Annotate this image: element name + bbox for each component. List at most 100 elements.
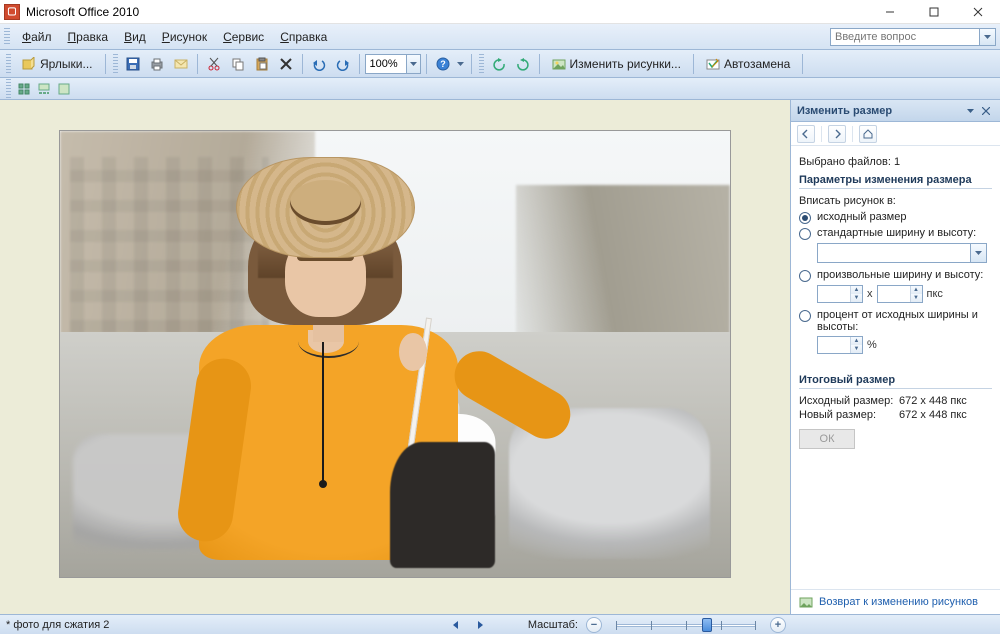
- menu-file[interactable]: Файл: [14, 27, 60, 47]
- task-pane-menu-button[interactable]: [962, 103, 978, 119]
- edit-pictures-label: Изменить рисунки...: [570, 57, 681, 71]
- params-section-title: Параметры изменения размера: [799, 174, 992, 189]
- close-button[interactable]: [956, 1, 1000, 23]
- new-size-label: Новый размер:: [799, 409, 899, 421]
- nav-back-button[interactable]: [797, 125, 815, 143]
- autoreplace-label: Автозамена: [724, 57, 790, 71]
- view-toolbar: [0, 78, 1000, 100]
- window-title: Microsoft Office 2010: [26, 5, 139, 19]
- task-pane-close-button[interactable]: [978, 103, 994, 119]
- image-canvas[interactable]: [59, 130, 731, 578]
- toolbar-grip[interactable]: [113, 54, 118, 74]
- menu-picture[interactable]: Рисунок: [154, 27, 215, 47]
- selected-files-count: 1: [894, 156, 900, 168]
- help-search: [830, 28, 996, 46]
- redo-icon: [336, 57, 350, 71]
- edit-pictures-icon: [552, 57, 566, 71]
- autoreplace-button[interactable]: Автозамена: [699, 53, 797, 75]
- zoom-combo[interactable]: 100%: [365, 54, 421, 74]
- paste-button[interactable]: [251, 53, 273, 75]
- custom-width-input[interactable]: ▲▼: [817, 285, 863, 303]
- help-dropdown[interactable]: [456, 62, 466, 66]
- redo-button[interactable]: [332, 53, 354, 75]
- prev-image-button[interactable]: [448, 617, 464, 633]
- task-pane-nav: [791, 122, 1000, 146]
- copy-button[interactable]: [227, 53, 249, 75]
- radio-custom-size[interactable]: произвольные ширину и высоту:: [799, 269, 992, 282]
- toolbar-grip[interactable]: [6, 54, 11, 74]
- toolbar-grip[interactable]: [6, 79, 11, 99]
- edit-pictures-button[interactable]: Изменить рисунки...: [545, 53, 688, 75]
- status-filename: * фото для сжатия 2: [6, 619, 109, 631]
- delete-button[interactable]: [275, 53, 297, 75]
- menu-edit[interactable]: Правка: [60, 27, 117, 47]
- title-bar: ▢ Microsoft Office 2010: [0, 0, 1000, 24]
- ok-button[interactable]: ОК: [799, 429, 855, 449]
- filmstrip-view-button[interactable]: [35, 80, 53, 98]
- zoom-in-button[interactable]: +: [770, 617, 786, 633]
- task-pane: Изменить размер Выбрано файлов: 1 Параме…: [790, 100, 1000, 614]
- help-button[interactable]: ?: [432, 53, 454, 75]
- minimize-button[interactable]: [868, 1, 912, 23]
- menu-help[interactable]: Справка: [272, 27, 335, 47]
- radio-percent-label: процент от исходных ширины и высоты:: [817, 309, 992, 333]
- radio-custom-label: произвольные ширину и высоту:: [817, 269, 983, 281]
- zoom-slider[interactable]: [616, 618, 756, 632]
- maximize-button[interactable]: [912, 1, 956, 23]
- zoom-dropdown[interactable]: [406, 55, 420, 73]
- radio-standard-label: стандартные ширину и высоту:: [817, 227, 976, 239]
- status-bar: * фото для сжатия 2 Масштаб: − +: [0, 614, 1000, 634]
- radio-original-size[interactable]: исходный размер: [799, 211, 992, 224]
- paste-icon: [255, 57, 269, 71]
- radio-icon: [799, 228, 811, 240]
- percent-size-row: ▲▼ %: [817, 336, 992, 354]
- thumbnail-view-button[interactable]: [15, 80, 33, 98]
- help-search-dropdown[interactable]: [980, 28, 996, 46]
- zoom-value: 100%: [366, 58, 406, 70]
- toolbar-grip[interactable]: [4, 28, 10, 46]
- standard-size-combo[interactable]: [817, 243, 987, 263]
- zoom-slider-thumb[interactable]: [702, 618, 712, 632]
- delete-icon: [279, 57, 293, 71]
- zoom-label: Масштаб:: [528, 619, 578, 631]
- single-view-button[interactable]: [55, 80, 73, 98]
- menu-bar: Файл Правка Вид Рисунок Сервис Справка: [0, 24, 1000, 50]
- next-image-button[interactable]: [472, 617, 488, 633]
- task-pane-body: Выбрано файлов: 1 Параметры изменения ра…: [791, 146, 1000, 589]
- mail-icon: [174, 57, 188, 71]
- mail-button[interactable]: [170, 53, 192, 75]
- single-view-icon: [58, 83, 70, 95]
- cut-icon: [207, 57, 221, 71]
- percent-label: %: [867, 339, 877, 351]
- return-to-edit-link[interactable]: Возврат к изменению рисунков: [819, 596, 978, 608]
- radio-icon: [799, 270, 811, 282]
- radio-icon: [799, 212, 811, 224]
- autoreplace-icon: [706, 57, 720, 71]
- original-size-value: 672 x 448 пкс: [899, 395, 967, 407]
- rotate-left-button[interactable]: [488, 53, 510, 75]
- app-icon: ▢: [4, 4, 20, 20]
- copy-icon: [231, 57, 245, 71]
- custom-height-input[interactable]: ▲▼: [877, 285, 923, 303]
- toolbar-grip[interactable]: [479, 54, 484, 74]
- zoom-out-button[interactable]: −: [586, 617, 602, 633]
- x-label: x: [867, 288, 873, 300]
- radio-percent-size[interactable]: процент от исходных ширины и высоты:: [799, 309, 992, 333]
- cut-button[interactable]: [203, 53, 225, 75]
- dropdown-icon: [970, 244, 986, 262]
- help-search-input[interactable]: [830, 28, 980, 46]
- new-size-value: 672 x 448 пкс: [899, 409, 967, 421]
- print-button[interactable]: [146, 53, 168, 75]
- selected-files-row: Выбрано файлов: 1: [799, 156, 992, 168]
- undo-button[interactable]: [308, 53, 330, 75]
- nav-home-button[interactable]: [859, 125, 877, 143]
- print-icon: [150, 57, 164, 71]
- rotate-right-button[interactable]: [512, 53, 534, 75]
- shortcuts-button[interactable]: Ярлыки...: [15, 53, 100, 75]
- nav-forward-button[interactable]: [828, 125, 846, 143]
- percent-input[interactable]: ▲▼: [817, 336, 863, 354]
- menu-view[interactable]: Вид: [116, 27, 154, 47]
- menu-tools[interactable]: Сервис: [215, 27, 272, 47]
- radio-standard-size[interactable]: стандартные ширину и высоту:: [799, 227, 992, 240]
- save-button[interactable]: [122, 53, 144, 75]
